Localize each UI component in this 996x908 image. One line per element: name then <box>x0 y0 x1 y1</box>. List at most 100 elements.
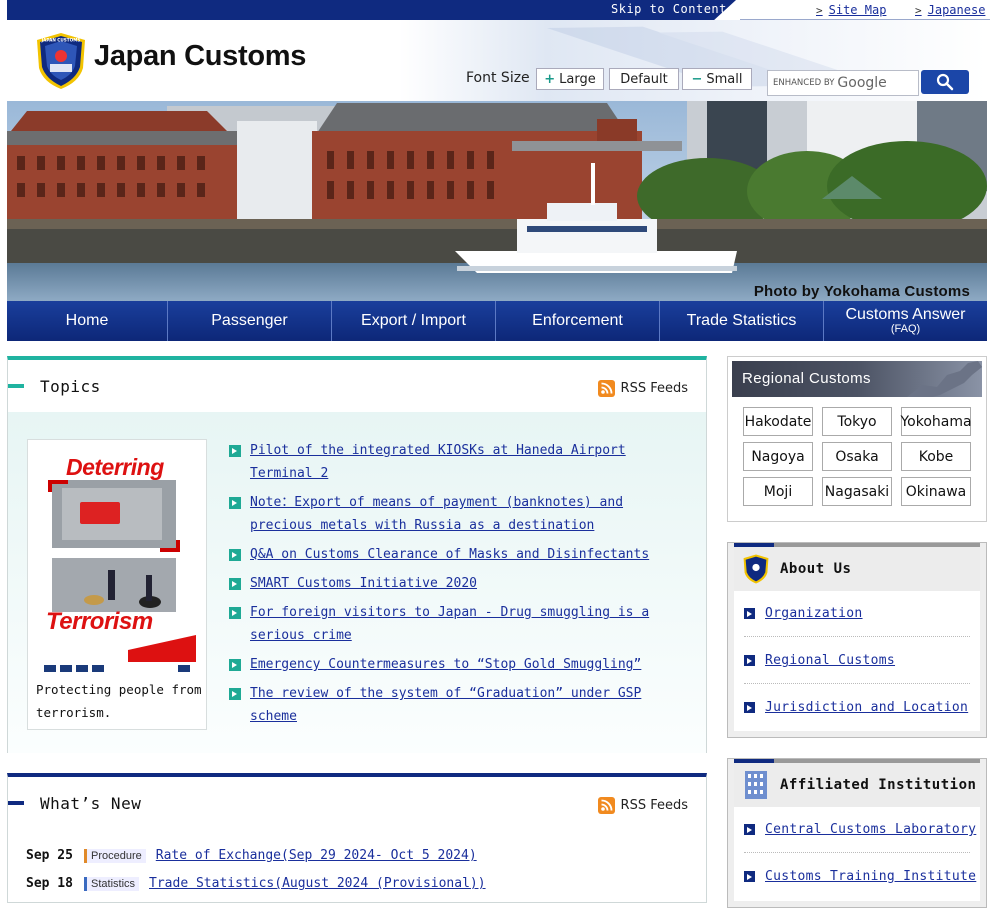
section-marker <box>8 801 24 805</box>
topic-link[interactable]: Emergency Countermeasures to “Stop Gold … <box>250 653 641 676</box>
sidebar-item-central-lab[interactable]: Central Customs Laboratory <box>744 822 976 837</box>
sidebar-item-regional-customs[interactable]: Regional Customs <box>744 653 895 668</box>
list-item: Pilot of the integrated KIOSKs at Haneda… <box>226 439 686 485</box>
nav-trade-statistics[interactable]: Trade Statistics <box>660 301 824 341</box>
arrow-bullet-icon <box>229 659 241 671</box>
chevron-right-icon: > <box>915 4 922 17</box>
font-small-label: Small <box>706 71 743 87</box>
building-icon <box>745 771 767 799</box>
whats-new-title: What’s New <box>40 793 142 813</box>
japanese-label[interactable]: Japanese <box>928 3 986 17</box>
arrow-bullet-icon <box>744 702 755 713</box>
arrow-bullet-icon <box>229 549 241 561</box>
rss-icon <box>597 797 615 814</box>
search-brand-label: Google <box>837 75 887 91</box>
poster-title-bottom: Terrorism <box>46 608 153 635</box>
sidebar-link[interactable]: Regional Customs <box>765 653 895 668</box>
divider <box>744 683 970 684</box>
sidebar-item-training-institute[interactable]: Customs Training Institute <box>744 869 976 884</box>
font-large-button[interactable]: + Large <box>536 68 604 90</box>
font-small-button[interactable]: − Small <box>682 68 752 90</box>
main-nav: Home Passenger Export / Import Enforceme… <box>7 301 987 341</box>
topics-title: Topics <box>40 376 101 396</box>
search-icon <box>936 73 954 91</box>
site-map-label[interactable]: Site Map <box>829 3 887 17</box>
topic-link[interactable]: Q&A on Customs Clearance of Masks and Di… <box>250 543 649 566</box>
arrow-bullet-icon <box>229 688 241 700</box>
topic-link[interactable]: For foreign visitors to Japan - Drug smu… <box>250 601 686 647</box>
nav-enforcement[interactable]: Enforcement <box>496 301 660 341</box>
sidebar-link[interactable]: Central Customs Laboratory <box>765 822 976 837</box>
sidebar-link[interactable]: Organization <box>765 606 863 621</box>
news-tag: Statistics <box>84 876 140 891</box>
sidebar-link[interactable]: Customs Training Institute <box>765 869 976 884</box>
search-button[interactable] <box>921 70 969 94</box>
skip-to-content-link[interactable]: Skip to Content <box>611 2 727 16</box>
news-tag: Procedure <box>84 848 146 863</box>
chevron-right-icon: > <box>816 4 823 17</box>
region-button-nagasaki[interactable]: Nagasaki <box>822 477 892 506</box>
news-link[interactable]: Rate of Exchange(Sep 29 2024- Oct 5 2024… <box>156 848 477 863</box>
rss-icon <box>597 380 615 397</box>
divider <box>744 852 970 853</box>
list-item: Emergency Countermeasures to “Stop Gold … <box>226 653 686 676</box>
sidebar-link[interactable]: Jurisdiction and Location <box>765 700 968 715</box>
search-input[interactable]: ENHANCED BY Google <box>767 70 919 96</box>
nav-home[interactable]: Home <box>7 301 168 341</box>
photo-credit: Photo by Yokohama Customs <box>753 283 970 300</box>
poster-title-top: Deterring <box>66 454 164 480</box>
region-button-hakodate[interactable]: Hakodate <box>743 407 813 436</box>
regional-customs-title: Regional Customs <box>742 370 871 387</box>
hero-photo <box>7 101 987 301</box>
region-button-moji[interactable]: Moji <box>743 477 813 506</box>
topic-link[interactable]: SMART Customs Initiative 2020 <box>250 572 477 595</box>
topics-list: Pilot of the integrated KIOSKs at Haneda… <box>226 439 686 734</box>
nav-faq-label: (FAQ) <box>890 323 921 335</box>
font-default-button[interactable]: Default <box>609 68 679 90</box>
font-large-label: Large <box>559 71 596 87</box>
news-row: Sep 18 Statistics Trade Statistics(Augus… <box>26 876 486 891</box>
region-button-osaka[interactable]: Osaka <box>822 442 892 471</box>
japanese-link[interactable]: > Japanese <box>915 3 985 17</box>
region-button-okinawa[interactable]: Okinawa <box>901 477 971 506</box>
site-header: JAPAN CUSTOMS Japan Customs Font Size + L… <box>7 20 987 101</box>
nav-passenger[interactable]: Passenger <box>168 301 332 341</box>
region-button-kobe[interactable]: Kobe <box>901 442 971 471</box>
plus-icon: + <box>544 71 556 87</box>
whats-new-rss-label[interactable]: RSS Feeds <box>621 798 688 813</box>
japan-customs-logo[interactable]: JAPAN CUSTOMS <box>35 32 87 90</box>
topic-link[interactable]: Note：Export of means of payment (banknot… <box>250 491 686 537</box>
arrow-bullet-icon <box>744 824 755 835</box>
topics-rss-label[interactable]: RSS Feeds <box>621 381 688 396</box>
list-item: Q&A on Customs Clearance of Masks and Di… <box>226 543 686 566</box>
nav-customs-answer-label: Customs Answer <box>845 306 966 323</box>
about-us-header: About Us <box>734 547 980 591</box>
search-enhanced-label: ENHANCED BY <box>773 78 835 88</box>
region-button-yokohama[interactable]: Yokohama <box>900 407 972 436</box>
divider <box>744 636 970 637</box>
topics-body: Deterring Terrorism Protecting people fr… <box>8 412 706 753</box>
whats-new-rss-link[interactable]: RSS Feeds <box>597 797 688 814</box>
topics-rss-link[interactable]: RSS Feeds <box>597 380 688 397</box>
news-link[interactable]: Trade Statistics(August 2024 (Provisiona… <box>149 876 486 891</box>
site-map-link[interactable]: > Site Map <box>816 3 886 17</box>
news-date: Sep 18 <box>26 876 73 891</box>
nav-export-import[interactable]: Export / Import <box>332 301 496 341</box>
sidebar-item-jurisdiction[interactable]: Jurisdiction and Location <box>744 700 968 715</box>
arrow-bullet-icon <box>744 871 755 882</box>
minus-icon: − <box>691 71 703 87</box>
topic-link[interactable]: Pilot of the integrated KIOSKs at Haneda… <box>250 439 686 485</box>
region-button-nagoya[interactable]: Nagoya <box>743 442 813 471</box>
sidebar-item-organization[interactable]: Organization <box>744 606 863 621</box>
arrow-bullet-icon <box>229 607 241 619</box>
affiliated-institution-panel: Affiliated Institution Central Customs L… <box>727 758 987 908</box>
arrow-bullet-icon <box>229 445 241 457</box>
font-size-label: Font Size <box>466 70 530 86</box>
deterring-terrorism-poster[interactable]: Deterring Terrorism Protecting people fr… <box>27 439 207 730</box>
section-marker <box>8 384 24 388</box>
region-button-tokyo[interactable]: Tokyo <box>822 407 892 436</box>
nav-customs-answer[interactable]: Customs Answer (FAQ) <box>824 301 987 341</box>
site-title[interactable]: Japan Customs <box>94 40 306 73</box>
topic-link[interactable]: The review of the system of “Graduation”… <box>250 682 686 728</box>
arrow-bullet-icon <box>229 578 241 590</box>
